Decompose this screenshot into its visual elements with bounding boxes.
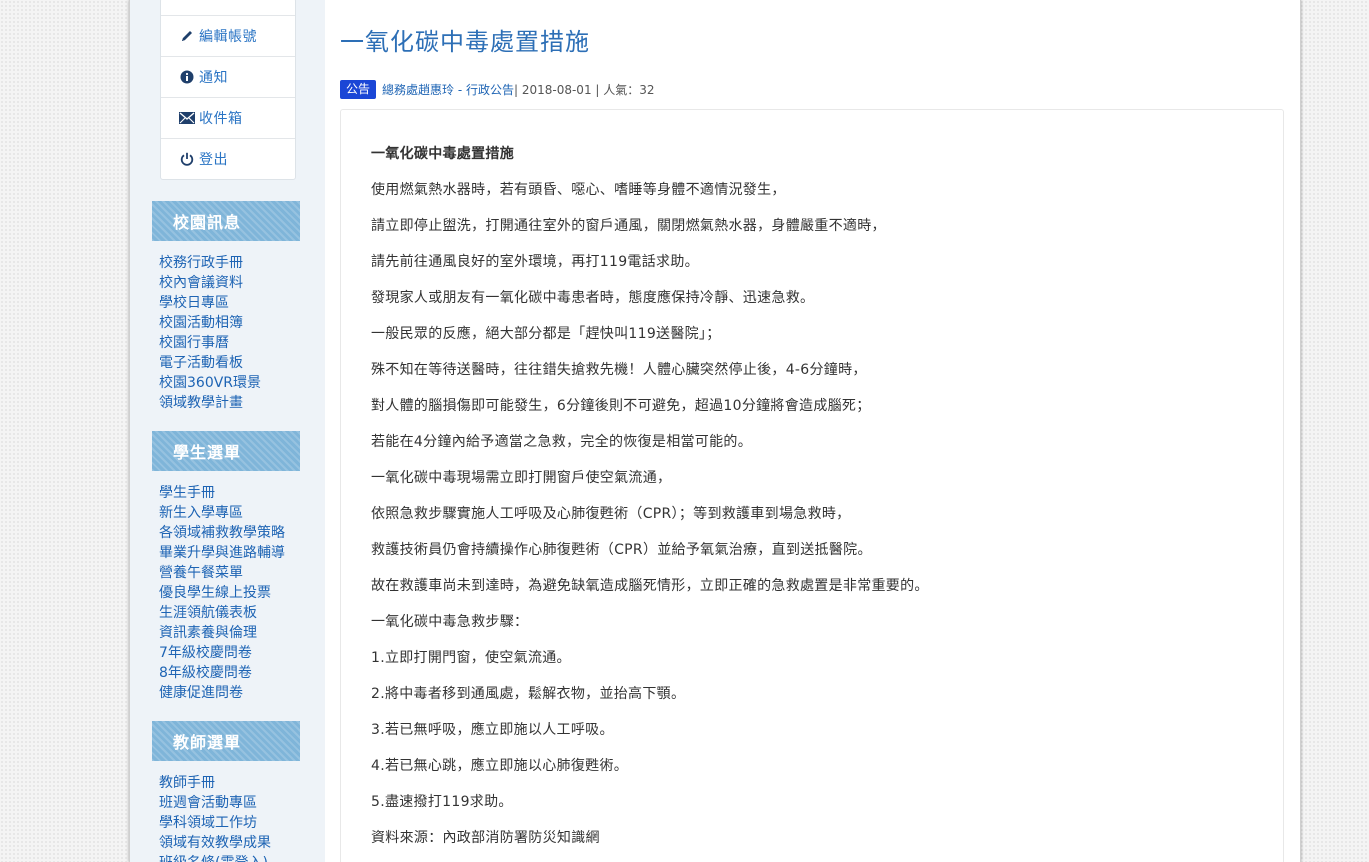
logout-label: 登出 <box>199 152 228 168</box>
edit-account-button[interactable]: 編輯帳號 <box>161 15 295 56</box>
article-paragraph: 一氧化碳中毒急救步驟： <box>371 614 529 630</box>
inbox-label: 收件箱 <box>199 111 243 127</box>
article-body: 一氧化碳中毒處置措施 使用燃氣熱水器時，若有頭昏、噁心、嗜睡等身體不適情況發生，… <box>340 109 1284 862</box>
teacher-menu-section: 教師選單 教師手冊 班週會活動專區 學科領域工作坊 領域有效教學成果 班級名條(… <box>152 721 302 862</box>
article-paragraph: 一氧化碳中毒現場需立即打開窗戶使空氣流通， <box>371 470 672 486</box>
sidebar-link-subject-workshop[interactable]: 學科領域工作坊 <box>159 813 302 833</box>
student-menu-links: 學生手冊 新生入學專區 各領域補救教學策略 畢業升學與進路輔導 營養午餐菜單 優… <box>152 483 302 703</box>
campus-info-section: 校園訊息 校務行政手冊 校內會議資料 學校日專區 校園活動相簿 校園行事曆 電子… <box>152 201 302 413</box>
sidebar-link-remedial[interactable]: 各領域補救教學策略 <box>159 523 302 543</box>
pencil-icon <box>179 28 195 44</box>
notifications-button[interactable]: 通知 <box>161 56 295 97</box>
announcement-badge: 公告 <box>340 80 377 99</box>
info-circle-icon <box>179 69 195 85</box>
sidebar-link-health-survey[interactable]: 健康促進問卷 <box>159 683 302 703</box>
student-menu-section: 學生選單 學生手冊 新生入學專區 各領域補救教學策略 畢業升學與進路輔導 營養午… <box>152 431 302 703</box>
article-paragraph: 發現家人或朋友有一氧化碳中毒患者時，態度應保持冷靜、迅速急救。 <box>371 290 815 306</box>
article-paragraph: 4.若已無心跳，應立即施以心肺復甦術。 <box>371 758 629 774</box>
main-content: 一氧化碳中毒處置措施 公告 總務處趙惠玲 - 行政公告 | 2018-08-01… <box>340 0 1284 862</box>
article-paragraph: 請立即停止盥洗，打開通往室外的窗戶通風，關閉燃氣熱水器，身體嚴重不適時， <box>371 218 886 234</box>
article-paragraph: 2.將中毒者移到通風處，鬆解衣物，並抬高下顎。 <box>371 686 686 702</box>
sidebar-link-360vr[interactable]: 校園360VR環景 <box>159 373 302 393</box>
notifications-label: 通知 <box>199 70 228 86</box>
sidebar-link-admin-handbook[interactable]: 校務行政手冊 <box>159 253 302 273</box>
envelope-icon <box>179 110 195 126</box>
sidebar-link-student-vote[interactable]: 優良學生線上投票 <box>159 583 302 603</box>
date-views-text: | 2018-08-01 | 人氣：32 <box>513 83 655 97</box>
edit-account-label: 編輯帳號 <box>199 29 257 45</box>
sidebar-link-graduation[interactable]: 畢業升學與進路輔導 <box>159 543 302 563</box>
article-paragraph: 5.盡速撥打119求助。 <box>371 794 513 810</box>
page-title: 一氧化碳中毒處置措施 <box>340 28 590 56</box>
article-paragraph: 依照急救步驟實施人工呼吸及心肺復甦術（CPR）；等到救護車到場急救時， <box>371 506 851 522</box>
campus-info-links: 校務行政手冊 校內會議資料 學校日專區 校園活動相簿 校園行事曆 電子活動看板 … <box>152 253 302 413</box>
article-paragraph: 一般民眾的反應，絕大部分都是「趕快叫119送醫院」； <box>371 326 721 342</box>
sidebar-link-class-roster[interactable]: 班級名條(需登入) <box>159 853 302 862</box>
sidebar-link-class-meeting[interactable]: 班週會活動專區 <box>159 793 302 813</box>
logout-button[interactable]: 登出 <box>161 138 295 179</box>
sidebar-link-meeting-docs[interactable]: 校內會議資料 <box>159 273 302 293</box>
article-paragraph: 救護技術員仍會持續操作心肺復甦術（CPR）並給予氧氣治療，直到送抵醫院。 <box>371 542 872 558</box>
sidebar-link-new-students[interactable]: 新生入學專區 <box>159 503 302 523</box>
article-paragraph: 使用燃氣熱水器時，若有頭昏、噁心、嗜睡等身體不適情況發生， <box>371 182 786 198</box>
article-paragraph: 3.若已無呼吸，應立即施以人工呼吸。 <box>371 722 614 738</box>
sidebar: 編輯帳號 通知 收件箱 登出 校園訊息 校務行政手冊 校內會議資料 學校日專區 … <box>130 0 325 862</box>
teacher-menu-links: 教師手冊 班週會活動專區 學科領域工作坊 領域有效教學成果 班級名條(需登入) <box>152 773 302 862</box>
sidebar-link-teaching-plan[interactable]: 領域教學計畫 <box>159 393 302 413</box>
sidebar-link-grade8-survey[interactable]: 8年級校慶問卷 <box>159 663 302 683</box>
page-container: 編輯帳號 通知 收件箱 登出 校園訊息 校務行政手冊 校內會議資料 學校日專區 … <box>129 0 1301 862</box>
article-paragraph: 請先前往通風良好的室外環境，再打119電話求助。 <box>371 254 699 270</box>
article-content: 一氧化碳中毒處置措施 使用燃氣熱水器時，若有頭昏、噁心、嗜睡等身體不適情況發生，… <box>371 143 1263 862</box>
article-paragraph: 若能在4分鐘內給予適當之急救，完全的恢復是相當可能的。 <box>371 434 753 450</box>
sidebar-link-school-day[interactable]: 學校日專區 <box>159 293 302 313</box>
user-menu: 編輯帳號 通知 收件箱 登出 <box>160 0 296 180</box>
sidebar-link-info-literacy[interactable]: 資訊素養與倫理 <box>159 623 302 643</box>
student-menu-header: 學生選單 <box>152 431 300 471</box>
sidebar-link-lunch-menu[interactable]: 營養午餐菜單 <box>159 563 302 583</box>
sidebar-link-teaching-results[interactable]: 領域有效教學成果 <box>159 833 302 853</box>
sidebar-link-grade7-survey[interactable]: 7年級校慶問卷 <box>159 643 302 663</box>
power-icon <box>179 151 195 167</box>
author-category-link[interactable]: 總務處趙惠玲 - 行政公告 <box>382 81 514 98</box>
article-paragraph: 故在救護車尚未到達時，為避免缺氧造成腦死情形，立即正確的急救處置是非常重要的。 <box>371 578 929 594</box>
campus-info-header: 校園訊息 <box>152 201 300 241</box>
article-paragraph: 對人體的腦損傷即可能發生，6分鐘後則不可避免，超過10分鐘將會造成腦死； <box>371 398 871 414</box>
article-paragraph: 資料來源：內政部消防署防災知識網 <box>371 830 600 846</box>
article-paragraph: 殊不知在等待送醫時，往往錯失搶救先機！人體心臟突然停止後，4-6分鐘時， <box>371 362 867 378</box>
sidebar-link-photo-album[interactable]: 校園活動相簿 <box>159 313 302 333</box>
inbox-button[interactable]: 收件箱 <box>161 97 295 138</box>
sidebar-link-calendar[interactable]: 校園行事曆 <box>159 333 302 353</box>
sidebar-link-teacher-handbook[interactable]: 教師手冊 <box>159 773 302 793</box>
user-menu-top-edge <box>161 0 295 15</box>
article-meta: 公告 總務處趙惠玲 - 行政公告 | 2018-08-01 | 人氣：32 <box>340 80 655 99</box>
teacher-menu-header: 教師選單 <box>152 721 300 761</box>
article-heading: 一氧化碳中毒處置措施 <box>371 146 514 162</box>
sidebar-link-student-handbook[interactable]: 學生手冊 <box>159 483 302 503</box>
sidebar-link-career-dashboard[interactable]: 生涯領航儀表板 <box>159 603 302 623</box>
article-paragraph: 1.立即打開門窗，使空氣流通。 <box>371 650 571 666</box>
sidebar-link-e-board[interactable]: 電子活動看板 <box>159 353 302 373</box>
